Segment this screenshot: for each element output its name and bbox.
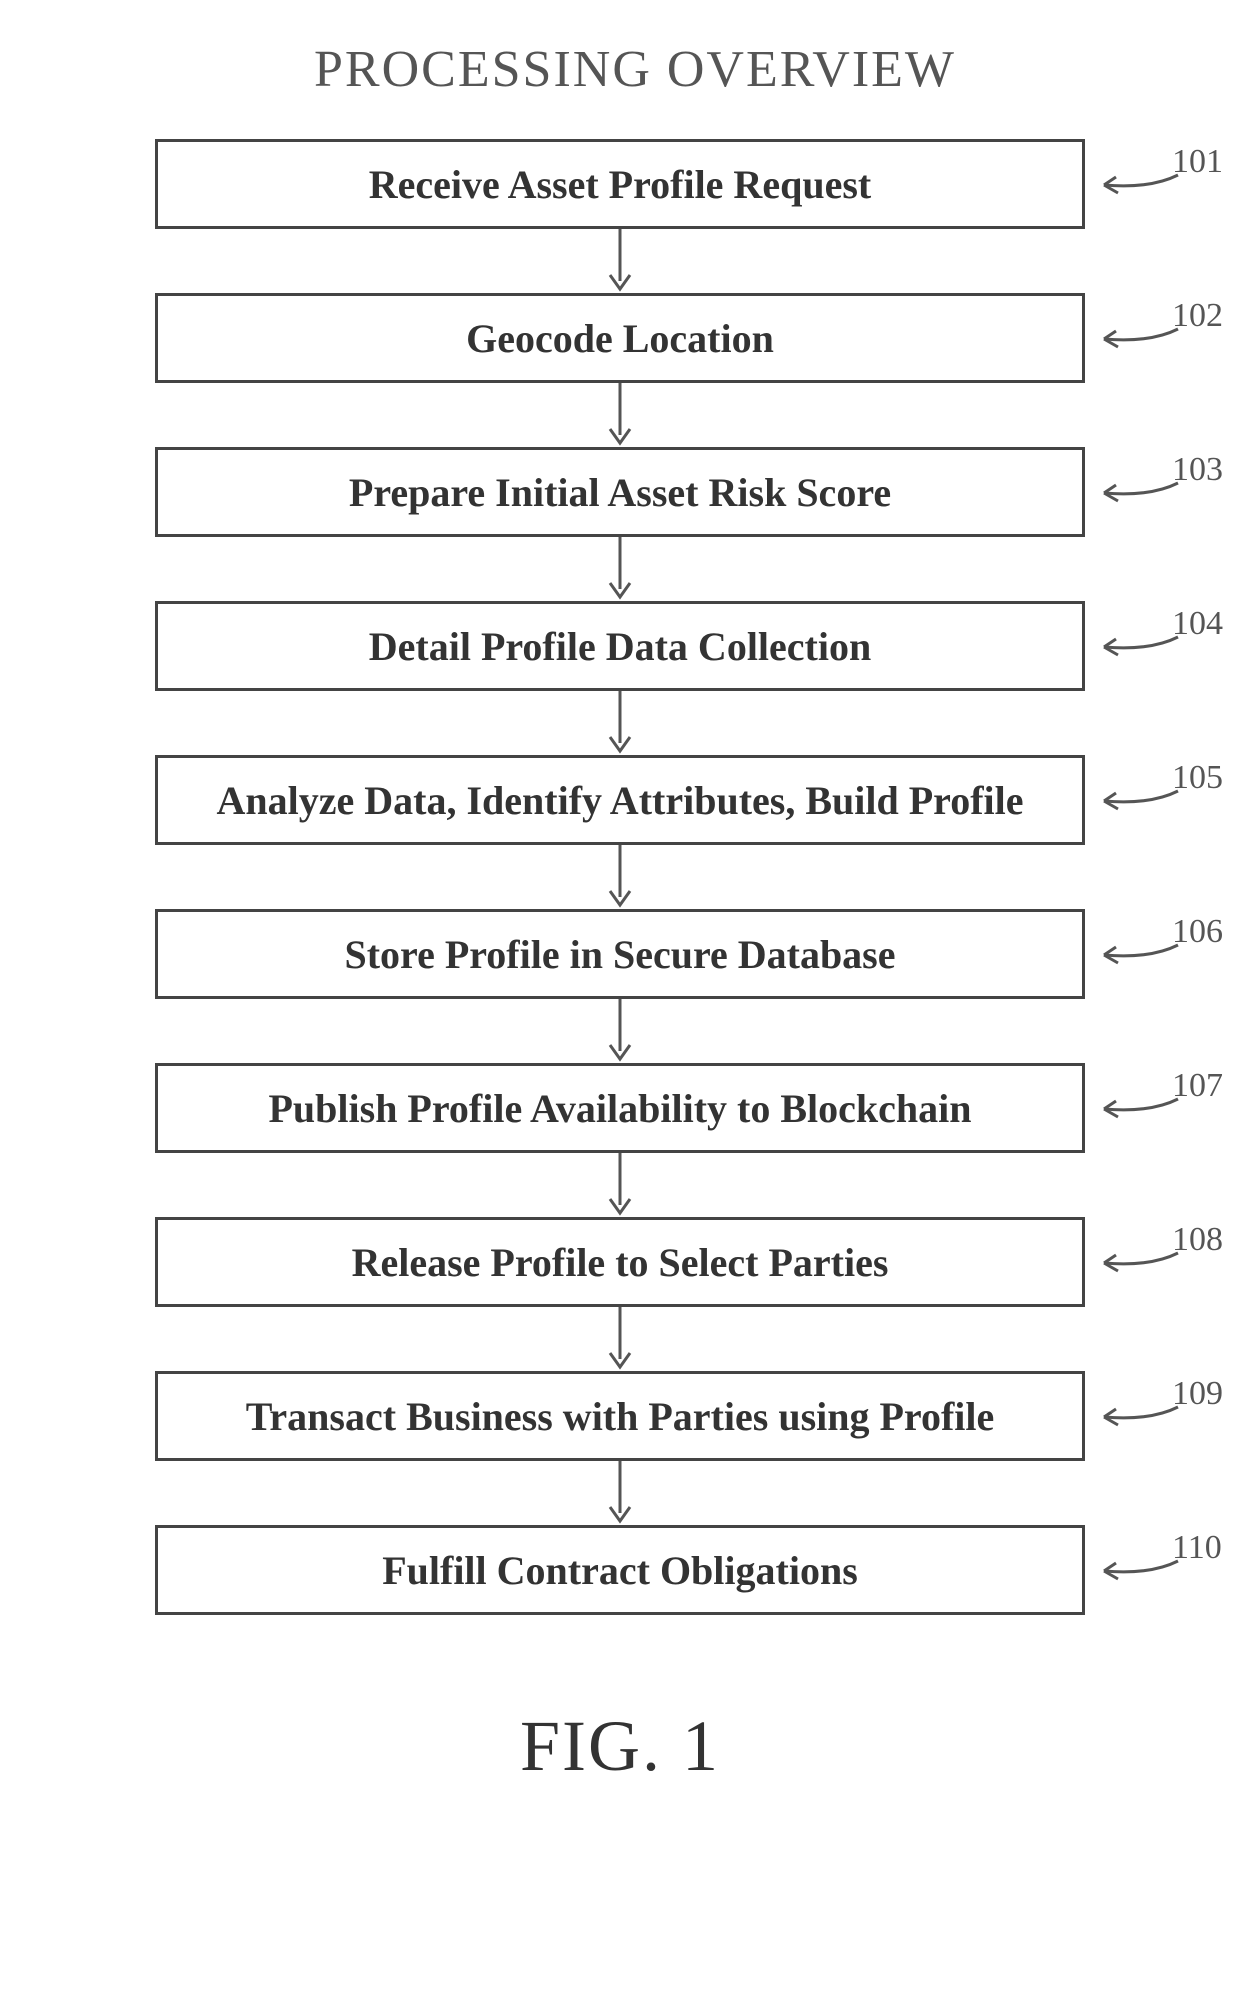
step-box: Receive Asset Profile Request [155,139,1085,229]
down-arrow-icon [600,229,640,293]
flow-row: Analyze Data, Identify Attributes, Build… [0,755,1240,845]
step-box: Prepare Initial Asset Risk Score [155,447,1085,537]
reference-callout: 105 [1100,781,1231,819]
step-label: Analyze Data, Identify Attributes, Build… [216,777,1023,824]
reference-arrow-icon [1100,631,1180,661]
connector [600,383,640,447]
reference-number: 101 [1172,143,1223,181]
step-box: Release Profile to Select Parties [155,1217,1085,1307]
step-box: Publish Profile Availability to Blockcha… [155,1063,1085,1153]
connector [600,537,640,601]
connector [600,845,640,909]
flowchart: Receive Asset Profile Request 101 Geocod… [0,139,1240,1615]
connector [600,229,640,293]
reference-callout: 107 [1100,1089,1231,1127]
reference-callout: 110 [1100,1551,1230,1589]
step-label: Detail Profile Data Collection [369,623,871,670]
reference-arrow-icon [1100,477,1180,507]
down-arrow-icon [600,1461,640,1525]
reference-callout: 101 [1100,165,1231,203]
step-label: Release Profile to Select Parties [352,1239,889,1286]
reference-number: 107 [1172,1067,1223,1105]
connector [600,691,640,755]
reference-number: 104 [1172,605,1223,643]
figure-caption: FIG. 1 [0,1705,1240,1788]
flow-row: Receive Asset Profile Request 101 [0,139,1240,229]
reference-arrow-icon [1100,1401,1180,1431]
reference-arrow-icon [1100,785,1180,815]
reference-callout: 106 [1100,935,1231,973]
step-label: Store Profile in Secure Database [344,931,895,978]
flow-row: Transact Business with Parties using Pro… [0,1371,1240,1461]
step-label: Transact Business with Parties using Pro… [246,1393,995,1440]
connector [600,1307,640,1371]
reference-callout: 103 [1100,473,1231,511]
down-arrow-icon [600,383,640,447]
reference-callout: 108 [1100,1243,1231,1281]
reference-arrow-icon [1100,1247,1180,1277]
flow-row: Detail Profile Data Collection 104 [0,601,1240,691]
down-arrow-icon [600,1153,640,1217]
step-box: Fulfill Contract Obligations [155,1525,1085,1615]
reference-number: 105 [1172,759,1223,797]
diagram-title: PROCESSING OVERVIEW [30,40,1240,99]
down-arrow-icon [600,691,640,755]
step-box: Geocode Location [155,293,1085,383]
connector [600,1461,640,1525]
step-box: Transact Business with Parties using Pro… [155,1371,1085,1461]
flow-row: Fulfill Contract Obligations 110 [0,1525,1240,1615]
reference-arrow-icon [1100,323,1180,353]
step-box: Detail Profile Data Collection [155,601,1085,691]
down-arrow-icon [600,1307,640,1371]
flow-row: Geocode Location 102 [0,293,1240,383]
reference-arrow-icon [1100,169,1180,199]
reference-callout: 102 [1100,319,1231,357]
step-box: Analyze Data, Identify Attributes, Build… [155,755,1085,845]
reference-arrow-icon [1100,939,1180,969]
step-label: Publish Profile Availability to Blockcha… [268,1085,971,1132]
reference-callout: 104 [1100,627,1231,665]
flow-row: Publish Profile Availability to Blockcha… [0,1063,1240,1153]
reference-number: 102 [1172,297,1223,335]
step-label: Fulfill Contract Obligations [382,1547,858,1594]
reference-arrow-icon [1100,1555,1180,1585]
reference-arrow-icon [1100,1093,1180,1123]
step-label: Receive Asset Profile Request [369,161,871,208]
reference-number: 109 [1172,1375,1223,1413]
flow-row: Store Profile in Secure Database 106 [0,909,1240,999]
step-label: Prepare Initial Asset Risk Score [349,469,891,516]
connector [600,999,640,1063]
step-label: Geocode Location [466,315,774,362]
reference-number: 110 [1172,1529,1222,1567]
reference-callout: 109 [1100,1397,1231,1435]
step-box: Store Profile in Secure Database [155,909,1085,999]
connector [600,1153,640,1217]
reference-number: 106 [1172,913,1223,951]
down-arrow-icon [600,845,640,909]
down-arrow-icon [600,537,640,601]
reference-number: 108 [1172,1221,1223,1259]
reference-number: 103 [1172,451,1223,489]
down-arrow-icon [600,999,640,1063]
flow-row: Prepare Initial Asset Risk Score 103 [0,447,1240,537]
page: PROCESSING OVERVIEW Receive Asset Profil… [0,0,1240,1998]
flow-row: Release Profile to Select Parties 108 [0,1217,1240,1307]
